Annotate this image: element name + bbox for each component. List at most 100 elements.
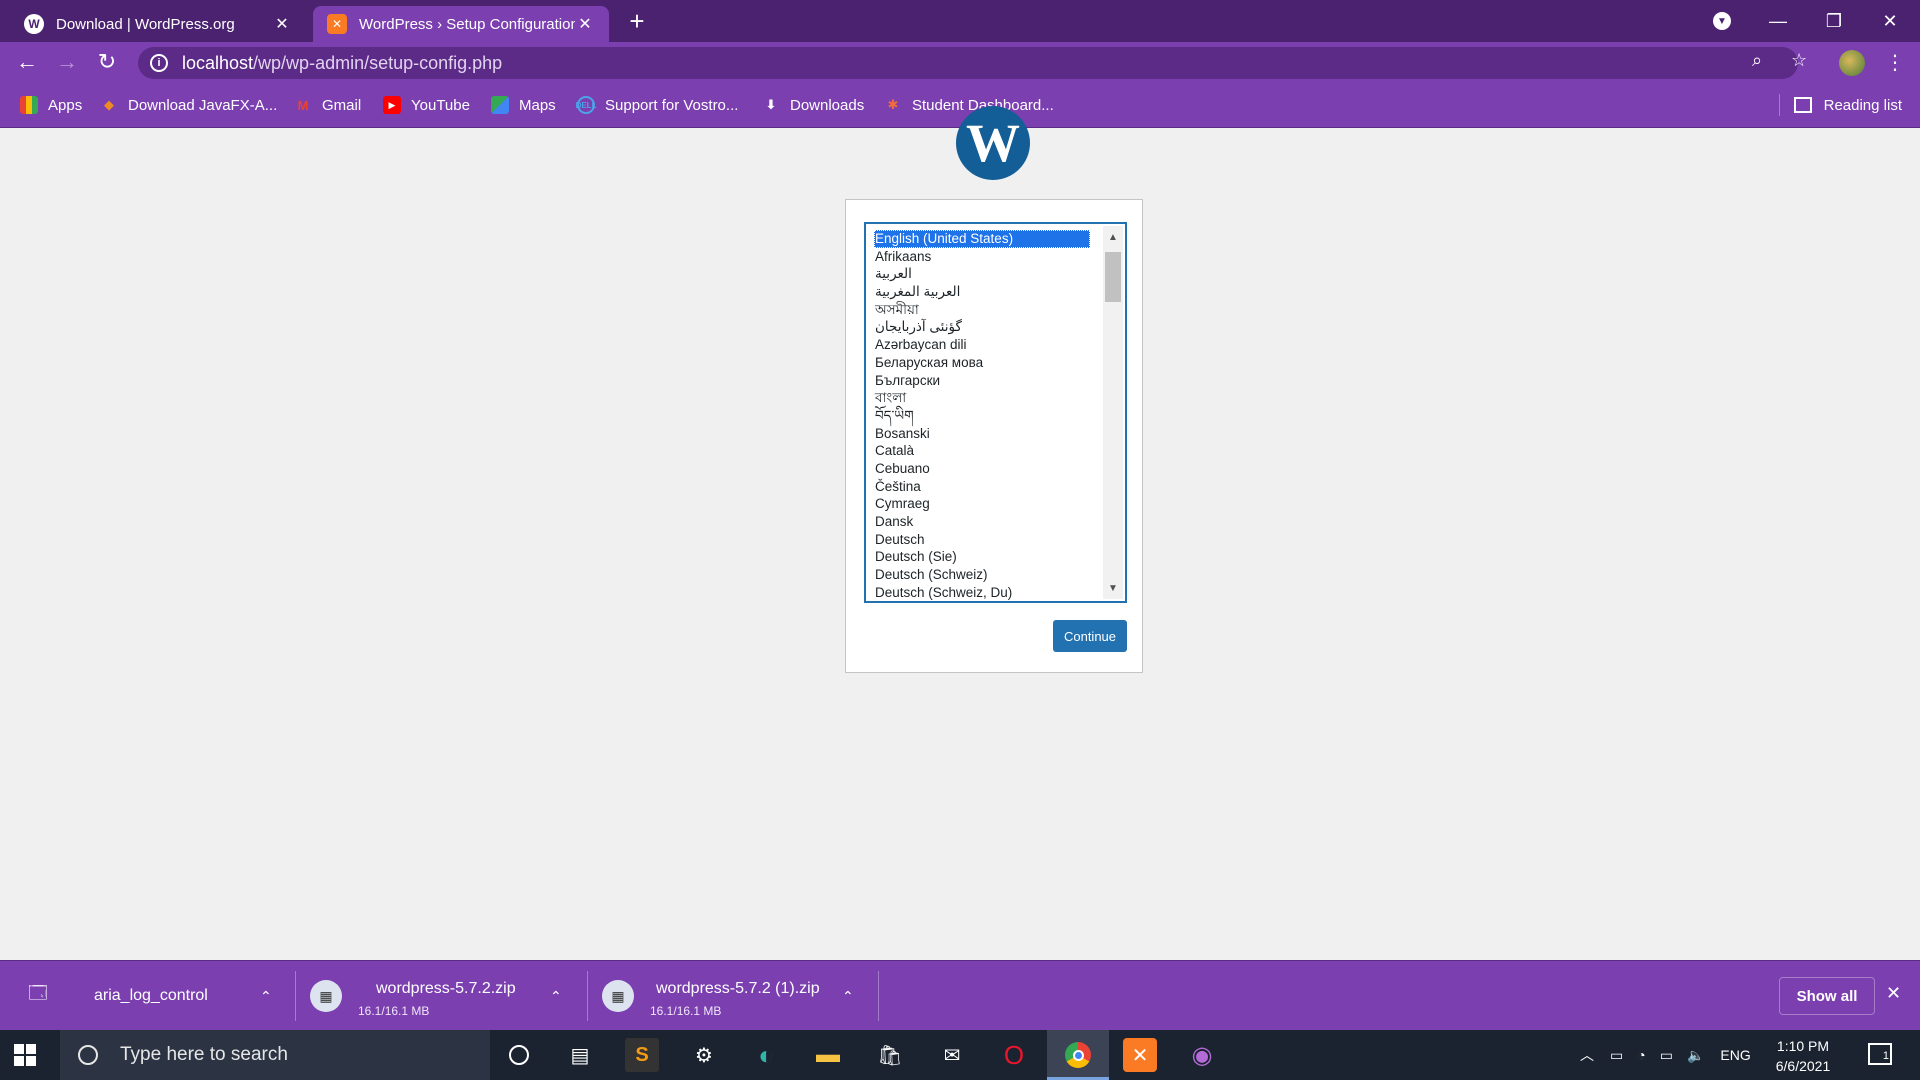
input-language[interactable]: ENG: [1720, 1047, 1750, 1063]
bookmark-javafx[interactable]: ◆ Download JavaFX-A...: [100, 94, 277, 116]
tab-close-icon[interactable]: ✕: [272, 14, 292, 34]
language-option[interactable]: Afrikaans: [874, 248, 1090, 266]
language-option[interactable]: Deutsch (Schweiz, Du): [874, 584, 1090, 601]
wifi-icon[interactable]: ◔: [1637, 1047, 1645, 1063]
scroll-down-icon[interactable]: ▼: [1103, 579, 1123, 597]
scroll-up-icon[interactable]: ▲: [1103, 228, 1123, 246]
site-info-icon[interactable]: i: [150, 54, 168, 72]
bookmark-label: Support for Vostro...: [605, 96, 739, 114]
settings-gear-icon[interactable]: ⚙: [687, 1038, 721, 1072]
task-view-icon[interactable]: ▤: [563, 1038, 597, 1072]
microsoft-store-icon[interactable]: 🛍: [873, 1038, 907, 1072]
language-option[interactable]: Deutsch: [874, 531, 1090, 549]
chevron-up-icon[interactable]: ⌃: [550, 988, 562, 1005]
bookmark-gmail[interactable]: M Gmail: [294, 94, 362, 116]
address-bar[interactable]: i localhost/wp/wp-admin/setup-config.php: [138, 47, 1798, 79]
language-option[interactable]: العربية: [874, 265, 1090, 283]
close-window-button[interactable]: ✕: [1862, 0, 1918, 42]
divider: [878, 971, 879, 1021]
chevron-up-icon[interactable]: ⌃: [260, 988, 272, 1005]
language-option[interactable]: Azərbaycan dili: [874, 336, 1090, 354]
minimize-button[interactable]: —: [1750, 0, 1806, 42]
language-option[interactable]: Беларуская мова: [874, 354, 1090, 372]
new-tab-button[interactable]: +: [622, 6, 652, 36]
zip-archive-icon: ▦: [310, 980, 342, 1012]
chevron-up-icon[interactable]: ⌃: [842, 988, 854, 1005]
sublime-text-icon[interactable]: S: [625, 1038, 659, 1072]
bookmark-label: Gmail: [322, 96, 362, 114]
meet-now-icon[interactable]: ▭: [1610, 1047, 1623, 1064]
chrome-icon[interactable]: [1061, 1038, 1095, 1072]
profile-avatar[interactable]: [1839, 50, 1865, 76]
bookmark-label: YouTube: [411, 96, 470, 114]
language-option[interactable]: Cymraeg: [874, 495, 1090, 513]
restore-button[interactable]: ❐: [1806, 0, 1862, 42]
url-path: /wp/wp-admin/setup-config.php: [253, 52, 503, 73]
back-button[interactable]: ←: [12, 47, 42, 77]
language-option[interactable]: Deutsch (Sie): [874, 548, 1090, 566]
language-option[interactable]: Cebuano: [874, 460, 1090, 478]
show-all-downloads-button[interactable]: Show all: [1779, 977, 1875, 1015]
reading-list-icon: [1793, 97, 1812, 113]
mail-icon[interactable]: ✉: [935, 1038, 969, 1072]
language-option[interactable]: Български: [874, 372, 1090, 390]
tab-close-icon[interactable]: ✕: [575, 14, 595, 34]
wordpress-logo-icon: W: [956, 106, 1030, 180]
language-option[interactable]: Deutsch (Schweiz): [874, 566, 1090, 584]
language-select-list[interactable]: English (United States) Afrikaans العربية ا…: [864, 222, 1127, 603]
bookmark-youtube[interactable]: ▶ YouTube: [383, 94, 470, 116]
bookmark-dell-support[interactable]: DELL Support for Vostro...: [576, 94, 739, 116]
language-option[interactable]: Català: [874, 442, 1090, 460]
browser-menu-icon[interactable]: ⋮: [1885, 50, 1905, 75]
language-option[interactable]: བོད་ཡིག: [874, 407, 1090, 425]
bookmark-maps[interactable]: Maps: [491, 94, 556, 116]
xampp-favicon-icon: ✕: [327, 14, 347, 34]
bookmark-apps[interactable]: Apps: [20, 94, 82, 116]
continue-button[interactable]: Continue: [1053, 620, 1127, 652]
reading-list-button[interactable]: Reading list: [1778, 94, 1902, 116]
bookmark-downloads[interactable]: ⬇ Downloads: [762, 94, 865, 116]
volume-icon[interactable]: 🔈: [1687, 1047, 1704, 1064]
notification-center-icon[interactable]: 1: [1868, 1043, 1892, 1065]
notification-count: 1: [1882, 1050, 1889, 1062]
tab-setup-configuration[interactable]: ✕ WordPress › Setup Configuration ✕: [313, 6, 609, 42]
battery-icon[interactable]: ▭: [1660, 1047, 1673, 1064]
divider: [1778, 94, 1780, 116]
clock-date: 6/6/2021: [1775, 1058, 1831, 1074]
language-option[interactable]: العربية المغربية: [874, 283, 1090, 301]
opera-icon[interactable]: O: [997, 1038, 1031, 1072]
file-explorer-icon[interactable]: ▬: [811, 1038, 845, 1072]
close-shelf-icon[interactable]: ✕: [1886, 983, 1901, 1004]
language-option[interactable]: English (United States): [874, 230, 1090, 248]
download-item[interactable]: ▦ wordpress-5.7.2.zip 16.1/16.1 MB ⌃: [310, 961, 580, 1031]
tab-download-wordpress[interactable]: W Download | WordPress.org ✕: [10, 6, 306, 42]
scrollbar-thumb[interactable]: [1105, 252, 1121, 302]
cortana-icon[interactable]: [502, 1038, 536, 1072]
download-item[interactable]: ▦ wordpress-5.7.2 (1).zip 16.1/16.1 MB ⌃: [602, 961, 872, 1031]
language-option[interactable]: অসমীয়া: [874, 301, 1090, 319]
github-desktop-icon[interactable]: ◉: [1185, 1038, 1219, 1072]
windows-start-icon[interactable]: [14, 1044, 36, 1066]
taskbar-clock[interactable]: 1:10 PM 6/6/2021: [1758, 1036, 1848, 1076]
wordpress-favicon-icon: W: [24, 14, 44, 34]
tab-search-button[interactable]: ▼: [1694, 0, 1750, 42]
show-hidden-icons-icon[interactable]: ︿: [1580, 1045, 1594, 1065]
reload-button[interactable]: ↻: [92, 47, 122, 77]
language-option[interactable]: বাংলা: [874, 389, 1090, 407]
bookmark-label: Download JavaFX-A...: [128, 96, 278, 114]
language-option[interactable]: گؤنئی آذربایجان: [874, 318, 1090, 336]
bookmark-label: Apps: [48, 96, 83, 114]
zoom-icon[interactable]: ⌕: [1752, 50, 1762, 71]
edge-browser-icon[interactable]: ◐: [749, 1038, 783, 1072]
taskbar-search-box[interactable]: Type here to search: [60, 1030, 490, 1080]
download-info: aria_log_control: [94, 987, 208, 1005]
forward-button[interactable]: →: [52, 47, 82, 77]
bookmark-star-icon[interactable]: ☆: [1791, 50, 1807, 71]
language-option[interactable]: Dansk: [874, 513, 1090, 531]
chevron-down-icon: ▼: [1713, 12, 1731, 30]
list-scrollbar[interactable]: ▲ ▼: [1103, 226, 1123, 599]
language-option[interactable]: Bosanski: [874, 425, 1090, 443]
download-item[interactable]: 🗔 aria_log_control ⌃: [22, 961, 292, 1031]
language-option[interactable]: Čeština: [874, 478, 1090, 496]
xampp-icon[interactable]: ✕: [1123, 1038, 1157, 1072]
